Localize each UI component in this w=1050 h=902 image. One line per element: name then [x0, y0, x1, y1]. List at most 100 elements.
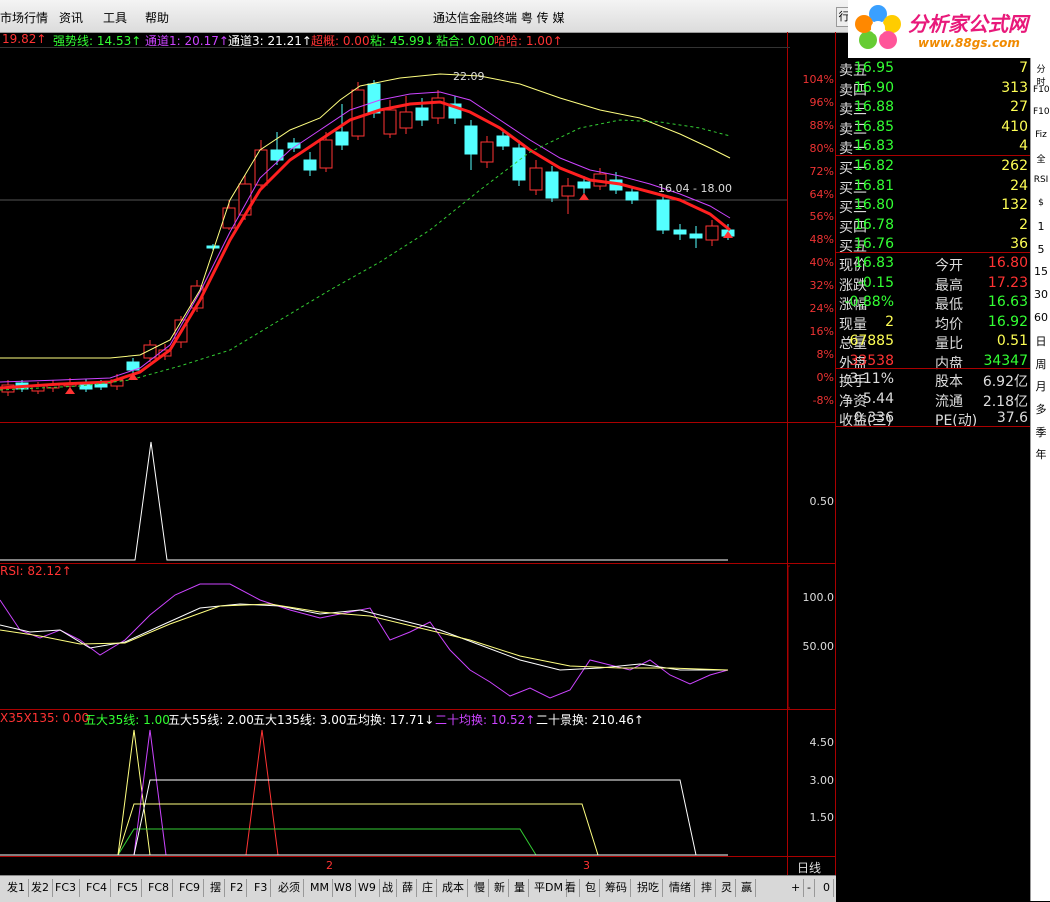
candle-body [673, 229, 687, 235]
toolbar-button[interactable]: RSI [1033, 175, 1049, 189]
bottom-tab[interactable]: 慢 [471, 879, 489, 897]
stat-row: 涨跌 -0.15 最高 17.23 [836, 275, 1030, 294]
price-axis-tick: 56% [809, 210, 834, 224]
rsi-label: RSI: 82.12↑ [0, 564, 72, 578]
toolbar-button[interactable]: 季 [1033, 424, 1049, 439]
bottom-tab[interactable]: W9 [355, 879, 380, 897]
quote-value: -0.15 [857, 274, 894, 291]
price-axis-tick: 24% [809, 302, 834, 315]
bottom-tab[interactable]: 成本 [439, 879, 468, 897]
bottom-tab[interactable]: MM [307, 879, 333, 897]
bottom-tab[interactable]: 包 [582, 879, 600, 897]
bottom-tab[interactable]: F2 [227, 879, 248, 897]
toolbar-button[interactable]: 周 [1033, 356, 1049, 371]
candle-body [351, 89, 365, 137]
candle-body [399, 111, 413, 129]
bottom-tab[interactable]: 发1 [4, 879, 29, 897]
bottom-tab[interactable]: FC3 [52, 879, 81, 897]
period-label[interactable]: 日线 [797, 859, 821, 876]
ind3-value-4: 五均换: 17.71↓ [346, 713, 435, 727]
toolbar-button[interactable]: 5 [1033, 243, 1049, 257]
rsi-white-line [0, 603, 728, 671]
toolbar-button[interactable]: 多 [1033, 401, 1049, 416]
bottom-tab[interactable]: FC4 [83, 879, 112, 897]
quote-value: 16.82 [853, 158, 894, 174]
quote-value: 5.44 [862, 390, 894, 407]
channel-purple-line [0, 91, 731, 383]
ind3-white-step [133, 779, 697, 856]
quote-value-2: 7 [1019, 60, 1028, 76]
quote-value: 0.336 [853, 410, 894, 426]
candle-body [529, 167, 543, 191]
bottom-tab[interactable]: 战 [379, 879, 397, 897]
price-axis-tick: 72% [809, 164, 834, 178]
toolbar-button[interactable]: 1 [1033, 220, 1049, 234]
ind3-value-3: 五大135线: 3.00 [253, 713, 347, 727]
ind3-value-0: X35X135: 0.00 [0, 711, 90, 725]
bottom-tab[interactable]: 必须 [275, 879, 304, 897]
bottom-control-button[interactable]: - [804, 879, 815, 897]
candle-body [222, 207, 236, 229]
toolbar-button[interactable]: 日 [1033, 333, 1049, 348]
quote-value-2: 27 [1010, 99, 1028, 115]
rsi-yellow-line [0, 603, 729, 671]
bottom-control-button[interactable]: 0 [820, 879, 834, 897]
chart-canvas[interactable] [0, 0, 790, 875]
ind3-value-1: 五大35线: 1.00 [84, 713, 170, 727]
quote-value: 16.76 [853, 236, 894, 252]
toolbar-button[interactable]: $ [1033, 198, 1049, 212]
bottom-tab[interactable]: F3 [251, 879, 272, 897]
rsi-frame [787, 565, 790, 709]
bottom-tab[interactable]: 看 [562, 879, 580, 897]
bottom-tab[interactable]: 量 [511, 879, 529, 897]
stat-row: 现价 16.83 今开 16.80 [836, 255, 1030, 274]
bid-row: 买四 16.78 2 [836, 217, 1030, 236]
bottom-tab[interactable]: 薛 [399, 879, 417, 897]
bottom-control-button[interactable]: + [788, 879, 805, 897]
candle-body [319, 139, 333, 169]
rsi-purple-line [0, 583, 729, 699]
quote-value: 2 [885, 313, 894, 330]
quote-label-2: 今开 [935, 258, 963, 274]
quote-value: 16.83 [853, 138, 894, 154]
toolbar-button[interactable]: 年 [1033, 446, 1049, 461]
bottom-tab[interactable]: FC8 [145, 879, 174, 897]
toolbar-button[interactable]: 月 [1033, 378, 1049, 393]
toolbar-button[interactable]: Fiz [1033, 130, 1049, 144]
bottom-tab[interactable]: 赢 [738, 879, 756, 897]
quote-label-2: PE(动) [935, 413, 978, 429]
toolbar-button[interactable]: F10 [1033, 85, 1050, 99]
bottom-tab[interactable]: 摆 [207, 879, 225, 897]
toolbar-button[interactable]: 15 [1033, 265, 1049, 279]
candle-body [335, 131, 349, 146]
bottom-tab-bar: 发1 发2 FC3 FC4 FC5 FC8 FC9 摆 F2 F3 必须 MM W8 W9 战薛庄成本慢新量… [0, 875, 836, 902]
quote-value-2: 16.80 [987, 255, 1028, 271]
quote-value: 3.11% [849, 371, 894, 387]
quote-value: 16.88 [853, 99, 894, 115]
price-axis-tick: 64% [809, 187, 834, 201]
stat-row: 总量 67885 量比 0.51 [836, 333, 1030, 352]
bottom-tab[interactable]: FC9 [176, 879, 205, 897]
price-axis-tick: 8% [816, 347, 834, 361]
bottom-tab[interactable]: 摔 [698, 879, 716, 897]
toolbar-button[interactable]: F10 [1033, 107, 1050, 121]
bottom-tab[interactable]: 发2 [28, 879, 53, 897]
candle-body [480, 141, 494, 163]
quote-value-2: 16.63 [987, 294, 1028, 310]
toolbar-button[interactable]: 分时 [1033, 62, 1049, 88]
price-axis-tick: 104% [802, 73, 834, 86]
ask-row: 卖二 16.85 410 [836, 119, 1030, 138]
ask-row: 卖四 16.90 313 [836, 80, 1030, 99]
toolbar-button[interactable]: 30 [1033, 288, 1049, 302]
bottom-tab[interactable]: FC5 [114, 879, 143, 897]
bottom-tab[interactable]: 庄 [419, 879, 437, 897]
bottom-tab[interactable]: 情绪 [666, 879, 695, 897]
bottom-tab[interactable]: 灵 [718, 879, 736, 897]
bottom-tab[interactable]: 拐吃 [634, 879, 663, 897]
toolbar-button[interactable]: 全 [1033, 152, 1049, 166]
toolbar-button[interactable]: 60 [1033, 311, 1049, 325]
bottom-tab[interactable]: 新 [491, 879, 509, 897]
bottom-tab[interactable]: W8 [331, 879, 356, 897]
quote-value-2: 36 [1010, 236, 1028, 252]
bottom-tab[interactable]: 筹码 [602, 879, 631, 897]
